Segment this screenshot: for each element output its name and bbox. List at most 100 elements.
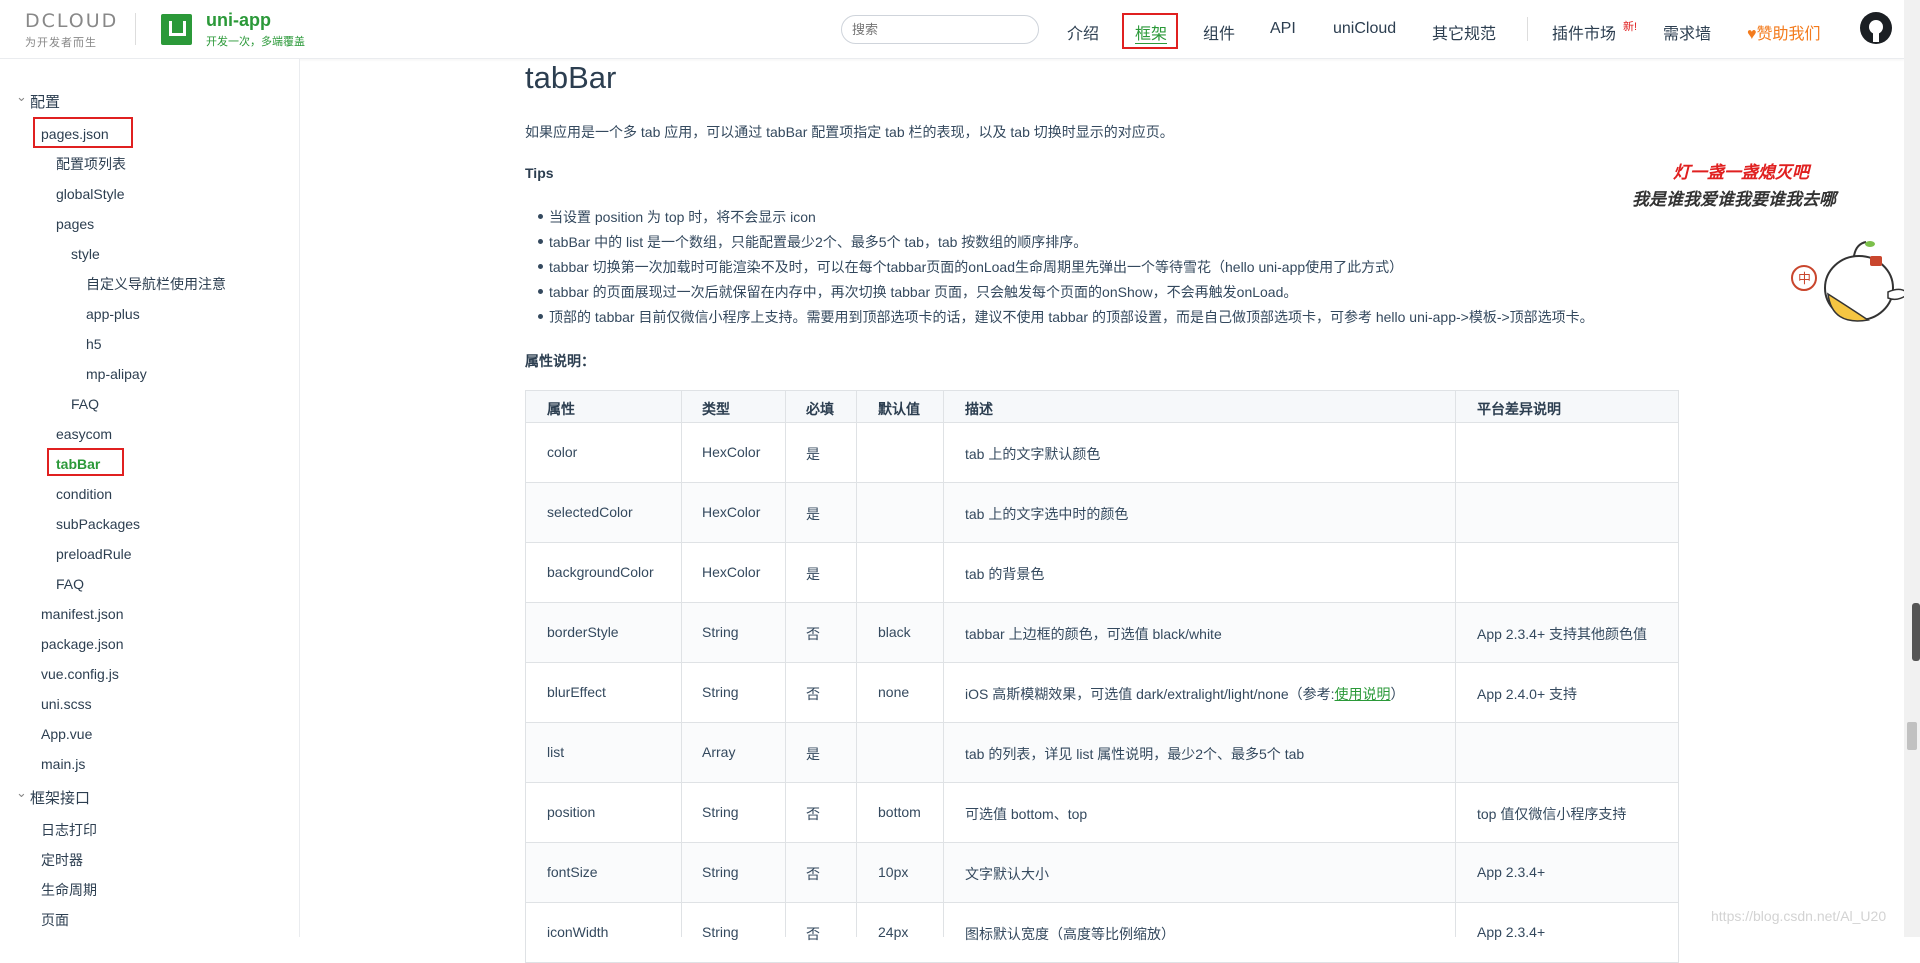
sidebar-item-logging[interactable]: 日志打印 xyxy=(41,821,97,839)
dcloud-logo[interactable]: DCLOUD 为开发者而生 xyxy=(25,10,118,50)
cell-desc: 图标默认宽度（高度等比例缩放） xyxy=(965,926,1175,942)
cell-desc: 文字默认大小 xyxy=(965,866,1049,882)
sidebar-group-config[interactable]: 配置 xyxy=(16,88,60,112)
sidebar-item-config-list[interactable]: 配置项列表 xyxy=(56,155,126,173)
side-drag-handle[interactable] xyxy=(1912,603,1920,661)
nav-other-specs[interactable]: 其它规范 xyxy=(1432,20,1496,44)
sidebar-item-app-vue[interactable]: App.vue xyxy=(41,725,92,743)
cell-required: 是 xyxy=(806,746,820,762)
sidebar-item-custom-navbar[interactable]: 自定义导航栏使用注意 xyxy=(86,275,226,293)
sidebar-item-uni-scss[interactable]: uni.scss xyxy=(41,695,92,713)
cell-required: 否 xyxy=(806,626,820,642)
sidebar-item-main-js[interactable]: main.js xyxy=(41,755,85,773)
logo-subtitle: 开发一次，多端覆盖 xyxy=(206,36,305,48)
nav-framework-highlight xyxy=(1122,13,1178,49)
cell-type: Array xyxy=(702,744,736,760)
sidebar-item-vue-config[interactable]: vue.config.js xyxy=(41,665,119,683)
sidebar-item-manifest-json[interactable]: manifest.json xyxy=(41,605,123,623)
github-icon[interactable] xyxy=(1860,12,1892,44)
cell-default: 24px xyxy=(878,924,909,940)
sidebar-item-faq-style[interactable]: FAQ xyxy=(71,395,99,413)
th-default: 默认值 xyxy=(878,401,920,417)
page-scrollbar[interactable] xyxy=(1904,0,1920,937)
cell-platform: App 2.3.4+ 支持其他颜色值 xyxy=(1477,626,1648,642)
heart-icon: ♥ xyxy=(1747,26,1757,43)
cell-desc: tab 的列表，详见 list 属性说明，最少2个、最多5个 tab xyxy=(965,746,1305,762)
header-divider xyxy=(135,13,136,45)
nav-api[interactable]: API xyxy=(1270,20,1296,38)
top-header: DCLOUD 为开发者而生 uni-app 开发一次，多端覆盖 介绍 框架 组件… xyxy=(0,0,1904,59)
table-row: position String 否 bottom 可选值 bottom、top … xyxy=(525,783,1679,843)
cell-desc: 可选值 bottom、top xyxy=(965,806,1088,822)
sidebar-item-timer[interactable]: 定时器 xyxy=(41,851,83,869)
nav-components[interactable]: 组件 xyxy=(1203,20,1235,44)
cell-prop: blurEffect xyxy=(547,684,606,700)
sidebar-item-subpackages[interactable]: subPackages xyxy=(56,515,140,533)
sidebar-item-page[interactable]: 页面 xyxy=(41,911,69,929)
logo-title[interactable]: uni-app xyxy=(206,10,271,31)
search-input[interactable] xyxy=(841,15,1039,44)
cell-type: HexColor xyxy=(702,444,761,460)
uni-app-logo-icon[interactable] xyxy=(161,14,192,45)
tip-item: 当设置 position 为 top 时，将不会显示 icon xyxy=(538,209,816,225)
mascot-badge-text: 中 xyxy=(1798,272,1811,287)
column-divider xyxy=(785,390,786,937)
table-row: backgroundColor HexColor 是 tab 的背景色 xyxy=(525,543,1679,603)
intro-paragraph: 如果应用是一个多 tab 应用，可以通过 tabBar 配置项指定 tab 栏的… xyxy=(525,124,1174,140)
tips-heading: Tips xyxy=(525,165,554,181)
sidebar-item-easycom[interactable]: easycom xyxy=(56,425,112,443)
cell-platform: top 值仅微信小程序支持 xyxy=(1477,806,1627,822)
cell-default: black xyxy=(878,624,911,640)
sidebar-item-pages[interactable]: pages xyxy=(56,215,94,233)
cell-prop: list xyxy=(547,744,565,760)
table-row: fontSize String 否 10px 文字默认大小 App 2.3.4+ xyxy=(525,843,1679,903)
sidebar-item-style[interactable]: style xyxy=(71,245,100,263)
cell-desc-tail: ） xyxy=(1390,686,1405,702)
usage-link[interactable]: 使用说明 xyxy=(1335,686,1391,702)
cell-required: 否 xyxy=(806,686,820,702)
nav-unicloud[interactable]: uniCloud xyxy=(1333,20,1396,38)
nav-plugin-market[interactable]: 插件市场 xyxy=(1552,20,1616,44)
cell-type: String xyxy=(702,684,739,700)
tip-item: 顶部的 tabbar 目前仅微信小程序上支持。需要用到顶部选项卡的话，建议不使用… xyxy=(538,309,1594,325)
cell-type: String xyxy=(702,804,739,820)
mascot-icon[interactable]: 中 xyxy=(1784,238,1910,334)
nav-requests[interactable]: 需求墙 xyxy=(1663,20,1711,44)
sidebar-item-app-plus[interactable]: app-plus xyxy=(86,305,140,323)
watermark: https://blog.csdn.net/Al_U20 xyxy=(1711,908,1887,924)
sidebar-item-lifecycle[interactable]: 生命周期 xyxy=(41,881,97,899)
cell-default: 10px xyxy=(878,864,909,880)
pages-json-highlight xyxy=(33,117,133,148)
table-row: iconWidth String 否 24px 图标默认宽度（高度等比例缩放） … xyxy=(525,903,1679,963)
sidebar-item-faq[interactable]: FAQ xyxy=(56,575,84,593)
scrollbar-thumb[interactable] xyxy=(1907,722,1917,750)
cell-required: 否 xyxy=(806,806,820,822)
cell-required: 是 xyxy=(806,566,820,582)
tip-item: tabBar 中的 list 是一个数组，只能配置最少2个、最多5个 tab，t… xyxy=(537,234,1088,250)
cell-platform: App 2.3.4+ xyxy=(1477,924,1546,940)
sidebar-item-package-json[interactable]: package.json xyxy=(41,635,124,653)
th-desc: 描述 xyxy=(965,401,993,417)
cell-desc: iOS 高斯模糊效果，可选值 dark/extralight/light/non… xyxy=(965,684,1405,704)
sidebar-item-mp-alipay[interactable]: mp-alipay xyxy=(86,365,147,383)
nav-intro[interactable]: 介绍 xyxy=(1067,20,1099,44)
cell-type: String xyxy=(702,924,739,940)
nav-sponsor[interactable]: ♥赞助我们 xyxy=(1747,20,1821,44)
sidebar-item-globalstyle[interactable]: globalStyle xyxy=(56,185,125,203)
props-heading: 属性说明： xyxy=(525,353,595,369)
sidebar-item-condition[interactable]: condition xyxy=(56,485,112,503)
poem-line-1: 灯一盏一盏熄灭吧 xyxy=(1673,163,1809,183)
cell-prop: fontSize xyxy=(547,864,598,880)
table-row: selectedColor HexColor 是 tab 上的文字选中时的颜色 xyxy=(525,483,1679,543)
table-header-row: 属性 类型 必填 默认值 描述 平台差异说明 xyxy=(525,390,1679,423)
sidebar-item-preloadrule[interactable]: preloadRule xyxy=(56,545,132,563)
sidebar-item-h5[interactable]: h5 xyxy=(86,335,102,353)
cell-prop: iconWidth xyxy=(547,924,609,940)
th-platform: 平台差异说明 xyxy=(1477,401,1561,417)
cell-prop: backgroundColor xyxy=(547,564,654,580)
table-row: blurEffect String 否 none iOS 高斯模糊效果，可选值 … xyxy=(525,663,1679,723)
sidebar-group-framework-api[interactable]: 框架接口 xyxy=(16,784,90,808)
poem-line-2: 我是谁我爱谁我要谁我去哪 xyxy=(1632,190,1836,210)
table-row: list Array 是 tab 的列表，详见 list 属性说明，最少2个、最… xyxy=(525,723,1679,783)
cell-default: none xyxy=(878,684,910,700)
